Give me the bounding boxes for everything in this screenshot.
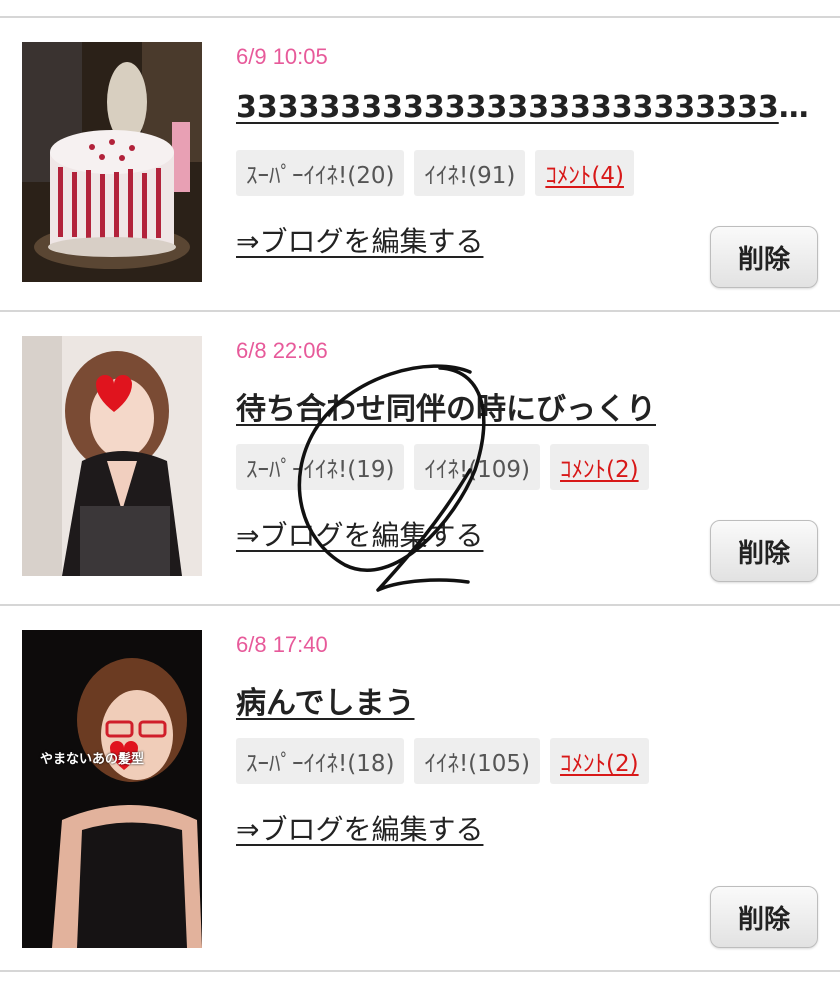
delete-button[interactable]: 削除 bbox=[710, 226, 818, 288]
comment-count-link[interactable]: ｺﾒﾝﾄ(2) bbox=[550, 738, 649, 784]
divider bbox=[0, 970, 840, 972]
blog-entry: やまないあの髪型 6/8 17:40 病んでしまう ｽｰﾊﾟｰｲｲﾈ!(18) … bbox=[0, 606, 840, 970]
super-like-count: ｽｰﾊﾟｰｲｲﾈ!(19) bbox=[236, 444, 405, 490]
entry-title-link[interactable]: 病んでしまう bbox=[236, 678, 811, 722]
blog-entry: 6/8 22:06 待ち合わせ同伴の時にびっくり ｽｰﾊﾟｰｲｲﾈ!(19) ｲ… bbox=[0, 312, 840, 604]
entry-reaction-tags: ｽｰﾊﾟｰｲｲﾈ!(20) ｲｲﾈ!(91) ｺﾒﾝﾄ(4) bbox=[236, 150, 634, 196]
entry-thumbnail-portrait[interactable]: やまないあの髪型 bbox=[22, 630, 202, 948]
edit-blog-link[interactable]: ⇒ブログを編集する bbox=[236, 808, 483, 848]
entry-datetime: 6/9 10:05 bbox=[236, 44, 328, 69]
entry-title-link[interactable]: 待ち合わせ同伴の時にびっくり bbox=[236, 384, 811, 428]
entry-reaction-tags: ｽｰﾊﾟｰｲｲﾈ!(18) ｲｲﾈ!(105) ｺﾒﾝﾄ(2) bbox=[236, 738, 649, 784]
like-count: ｲｲﾈ!(105) bbox=[414, 738, 541, 784]
like-count: ｲｲﾈ!(109) bbox=[414, 444, 541, 490]
delete-button[interactable]: 削除 bbox=[710, 886, 818, 948]
edit-blog-link[interactable]: ⇒ブログを編集する bbox=[236, 514, 483, 554]
super-like-count: ｽｰﾊﾟｰｲｲﾈ!(18) bbox=[236, 738, 405, 784]
portrait-photo bbox=[22, 630, 202, 948]
selfie-photo bbox=[22, 336, 202, 576]
comment-count-link[interactable]: ｺﾒﾝﾄ(4) bbox=[535, 150, 634, 196]
comment-count-link[interactable]: ｺﾒﾝﾄ(2) bbox=[550, 444, 649, 490]
entry-reaction-tags: ｽｰﾊﾟｰｲｲﾈ!(19) ｲｲﾈ!(109) ｺﾒﾝﾄ(2) bbox=[236, 444, 649, 490]
like-count: ｲｲﾈ!(91) bbox=[414, 150, 526, 196]
edit-blog-link[interactable]: ⇒ブログを編集する bbox=[236, 220, 483, 260]
entry-datetime: 6/8 17:40 bbox=[236, 632, 328, 657]
cake-photo bbox=[22, 42, 202, 282]
entry-datetime: 6/8 22:06 bbox=[236, 338, 328, 363]
entry-thumbnail-selfie[interactable] bbox=[22, 336, 202, 576]
blog-entry: 6/9 10:05 333333333333333333333333333333… bbox=[0, 18, 840, 310]
blog-list-page: 6/9 10:05 333333333333333333333333333333… bbox=[0, 0, 840, 986]
thumbnail-caption: やまないあの髪型 bbox=[40, 752, 145, 767]
entry-thumbnail-cake[interactable] bbox=[22, 42, 202, 282]
entry-title-link[interactable]: 3333333333333333333333333333333333333333 bbox=[236, 90, 811, 125]
delete-button[interactable]: 削除 bbox=[710, 520, 818, 582]
super-like-count: ｽｰﾊﾟｰｲｲﾈ!(20) bbox=[236, 150, 405, 196]
